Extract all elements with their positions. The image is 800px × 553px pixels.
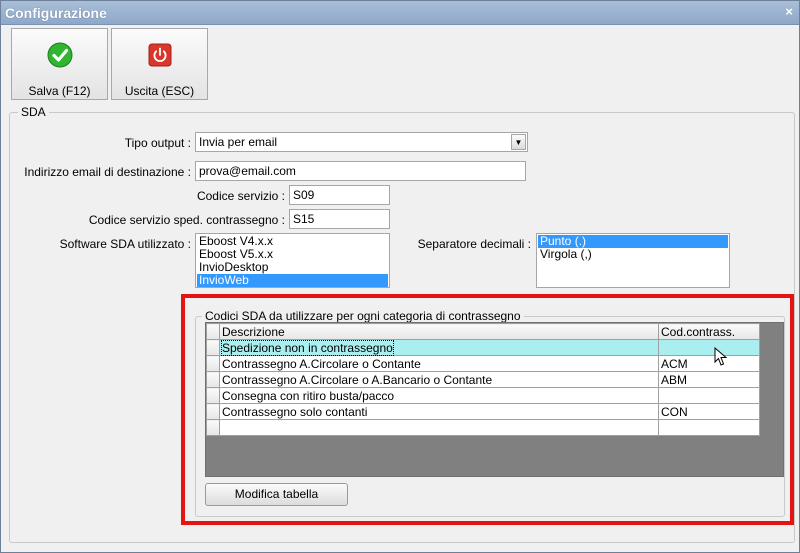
close-icon[interactable]: × [785, 4, 793, 19]
check-icon [47, 42, 72, 68]
software-listbox[interactable]: Eboost V4.x.x Eboost V5.x.x InvioDesktop… [195, 233, 390, 288]
codice-servizio-field[interactable]: S09 [289, 185, 390, 205]
separatore-option[interactable]: Virgola (,) [538, 248, 728, 261]
separatore-listbox[interactable]: Punto (.) Virgola (,) [536, 233, 730, 288]
software-label: Software SDA utilizzato : [59, 237, 191, 251]
tipo-output-label: Tipo output : [124, 136, 191, 150]
codice-contrassegno-label: Codice servizio sped. contrassegno : [88, 213, 285, 227]
save-button-label: Salva (F12) [28, 84, 91, 98]
email-field[interactable]: prova@email.com [195, 161, 526, 181]
email-label: Indirizzo email di destinazione : [24, 165, 191, 179]
exit-button-label: Uscita (ESC) [124, 84, 195, 98]
tipo-output-select[interactable]: Invia per email ▼ [195, 132, 528, 152]
codice-contrassegno-field[interactable]: S15 [289, 209, 390, 229]
tipo-output-value: Invia per email [199, 135, 278, 149]
power-icon [148, 43, 171, 67]
exit-button[interactable]: Uscita (ESC) [111, 28, 208, 100]
codice-servizio-label: Codice servizio : [196, 189, 285, 203]
software-option-selected[interactable]: InvioWeb [197, 274, 388, 287]
title-bar[interactable]: Configurazione × [1, 1, 799, 25]
highlight-frame [181, 294, 794, 525]
mouse-pointer-icon [714, 347, 728, 366]
separatore-label: Separatore decimali : [417, 237, 531, 251]
config-window: Configurazione × Salva (F12) Uscita (ESC… [0, 0, 800, 553]
window-title: Configurazione [5, 5, 107, 21]
save-button[interactable]: Salva (F12) [11, 28, 108, 100]
chevron-down-icon[interactable]: ▼ [511, 134, 526, 150]
sda-group-title: SDA [18, 105, 49, 119]
